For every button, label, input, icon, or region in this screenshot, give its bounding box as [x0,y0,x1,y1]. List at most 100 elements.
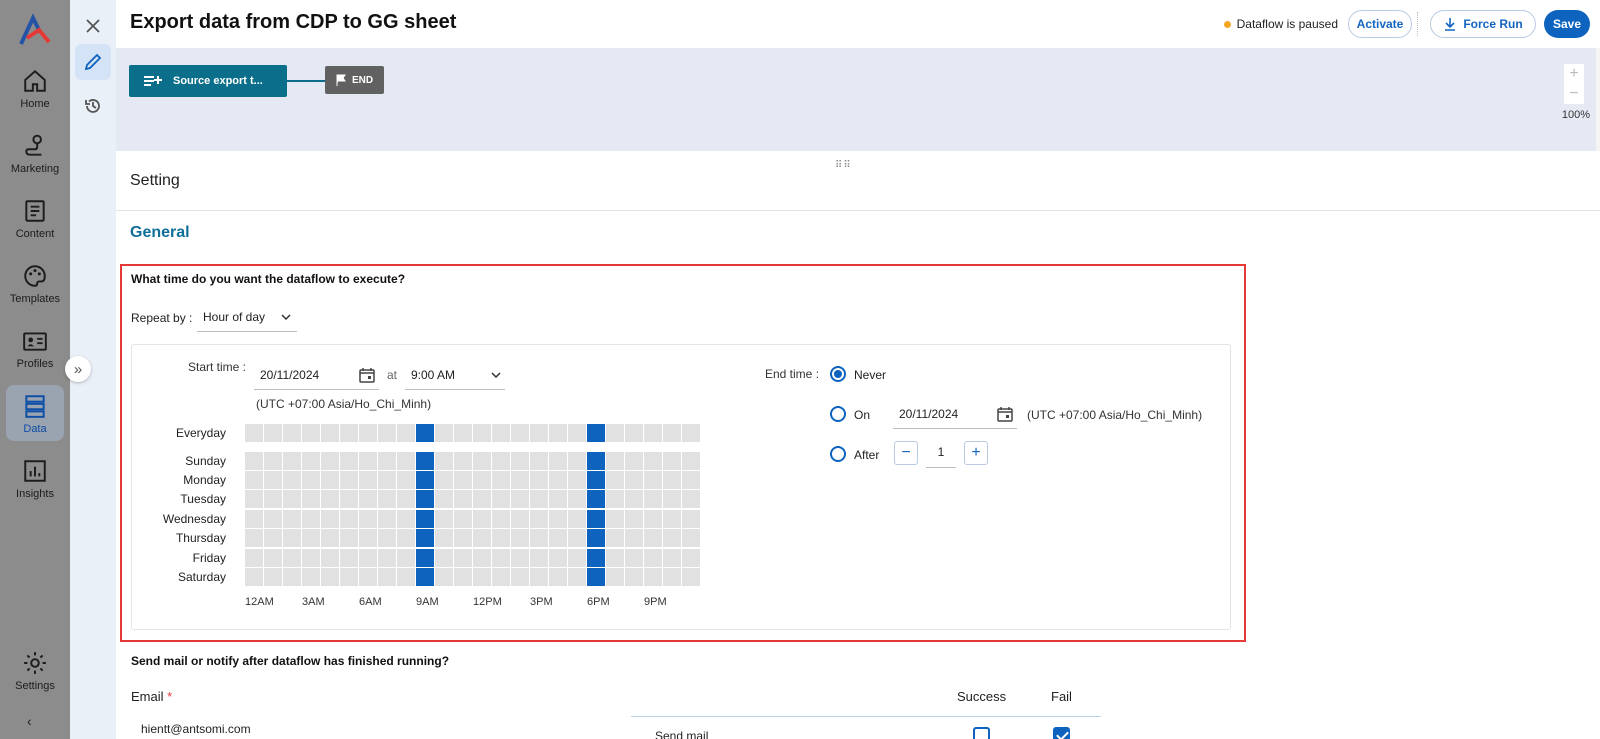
schedule-cell[interactable] [625,510,643,528]
schedule-cell[interactable] [587,510,605,528]
schedule-cell[interactable] [568,490,586,508]
schedule-cell[interactable] [397,510,415,528]
schedule-cell[interactable] [454,471,472,489]
schedule-cell[interactable] [587,471,605,489]
schedule-cell[interactable] [340,490,358,508]
schedule-cell[interactable] [568,510,586,528]
activate-button[interactable]: Activate [1348,10,1412,38]
schedule-cell[interactable] [378,424,396,442]
schedule-cell[interactable] [568,424,586,442]
schedule-cell[interactable] [606,549,624,567]
zoom-in-button[interactable]: + [1564,64,1584,84]
schedule-cell[interactable] [511,510,529,528]
schedule-cell[interactable] [549,424,567,442]
schedule-cell[interactable] [340,568,358,586]
schedule-cell[interactable] [321,452,339,470]
schedule-cell[interactable] [530,490,548,508]
schedule-cell[interactable] [264,568,282,586]
schedule-cell[interactable] [492,490,510,508]
schedule-cell[interactable] [321,424,339,442]
repeat-select[interactable]: Hour of day [197,302,297,332]
schedule-cell[interactable] [568,529,586,547]
schedule-cell[interactable] [378,452,396,470]
schedule-cell[interactable] [435,424,453,442]
decrement-button[interactable]: − [894,441,918,465]
schedule-cell[interactable] [473,471,491,489]
schedule-cell[interactable] [340,424,358,442]
schedule-cell[interactable] [606,568,624,586]
expand-panel-icon[interactable]: » [65,356,91,382]
schedule-cell[interactable] [549,490,567,508]
schedule-cell[interactable] [606,510,624,528]
schedule-cell[interactable] [359,452,377,470]
schedule-cell[interactable] [644,490,662,508]
schedule-cell[interactable] [378,529,396,547]
schedule-cell[interactable] [663,424,681,442]
schedule-cell[interactable] [454,452,472,470]
schedule-cell[interactable] [530,471,548,489]
schedule-cell[interactable] [245,549,263,567]
schedule-cell[interactable] [359,510,377,528]
schedule-cell[interactable] [397,490,415,508]
schedule-cell[interactable] [435,529,453,547]
schedule-cell[interactable] [340,510,358,528]
schedule-cell[interactable] [492,549,510,567]
schedule-cell[interactable] [644,568,662,586]
schedule-cell[interactable] [397,424,415,442]
schedule-cell[interactable] [245,490,263,508]
schedule-cell[interactable] [606,471,624,489]
schedule-cell[interactable] [321,510,339,528]
after-count-input[interactable]: 1 [926,438,956,468]
email-value[interactable]: hientt@antsomi.com [141,722,251,736]
schedule-cell[interactable] [473,510,491,528]
schedule-cell[interactable] [378,510,396,528]
schedule-cell[interactable] [663,549,681,567]
schedule-cell[interactable] [492,510,510,528]
schedule-cell[interactable] [435,510,453,528]
schedule-cell[interactable] [568,471,586,489]
schedule-cell[interactable] [321,490,339,508]
schedule-cell[interactable] [663,529,681,547]
send-mail-fail-checkbox[interactable] [1053,727,1070,739]
schedule-cell[interactable] [492,424,510,442]
schedule-cell[interactable] [378,549,396,567]
schedule-cell[interactable] [663,490,681,508]
history-icon[interactable] [75,88,111,124]
end-on-radio[interactable] [830,406,846,422]
schedule-cell[interactable] [416,549,434,567]
zoom-out-button[interactable]: − [1564,84,1584,104]
schedule-cell[interactable] [492,568,510,586]
schedule-cell[interactable] [473,424,491,442]
schedule-cell[interactable] [359,471,377,489]
schedule-cell[interactable] [416,490,434,508]
schedule-cell[interactable] [378,471,396,489]
schedule-cell[interactable] [625,452,643,470]
schedule-cell[interactable] [359,490,377,508]
schedule-cell[interactable] [492,529,510,547]
schedule-cell[interactable] [682,490,700,508]
schedule-cell[interactable] [625,424,643,442]
nav-item-profiles[interactable]: Profiles [0,328,70,370]
nav-item-data[interactable]: Data [0,385,70,441]
schedule-cell[interactable] [321,471,339,489]
schedule-cell[interactable] [454,510,472,528]
schedule-cell[interactable] [682,568,700,586]
schedule-cell[interactable] [682,471,700,489]
nav-item-content[interactable]: Content [0,198,70,240]
schedule-cell[interactable] [473,452,491,470]
schedule-cell[interactable] [587,490,605,508]
nav-item-insights[interactable]: Insights [0,458,70,500]
schedule-cell[interactable] [245,452,263,470]
schedule-cell[interactable] [530,549,548,567]
schedule-cell[interactable] [283,510,301,528]
schedule-cell[interactable] [492,452,510,470]
schedule-cell[interactable] [473,490,491,508]
schedule-cell[interactable] [644,424,662,442]
schedule-cell[interactable] [378,490,396,508]
send-mail-success-checkbox[interactable] [973,727,990,739]
schedule-cell[interactable] [302,529,320,547]
schedule-cell[interactable] [245,471,263,489]
schedule-cell[interactable] [283,549,301,567]
schedule-cell[interactable] [340,529,358,547]
schedule-cell[interactable] [625,549,643,567]
